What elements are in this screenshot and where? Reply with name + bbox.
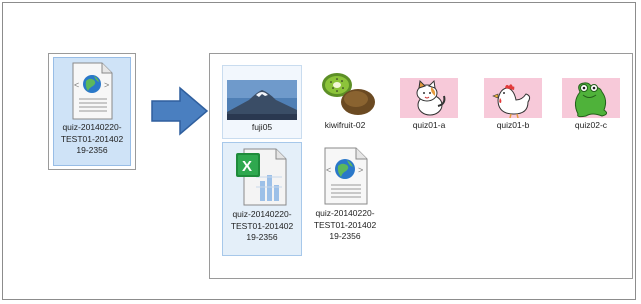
web-document-icon: < > bbox=[72, 62, 113, 120]
file-item-quiz01-b[interactable]: quiz01-b bbox=[474, 65, 552, 137]
file-item-label: quiz01-b bbox=[496, 120, 530, 130]
svg-text:>: > bbox=[104, 80, 109, 90]
excel-file-icon: X bbox=[236, 148, 287, 206]
file-item-label: quiz01-a bbox=[412, 120, 446, 130]
svg-text:<: < bbox=[74, 80, 79, 90]
explorer-window: fuji05 kiwifruit-02 quiz01-a quiz01-b qu… bbox=[209, 53, 633, 279]
chicken-illustration bbox=[484, 78, 542, 118]
svg-text:X: X bbox=[242, 158, 252, 175]
kiwifruit-photo bbox=[312, 66, 378, 118]
right-arrow-icon bbox=[151, 86, 209, 136]
mount-fuji-photo bbox=[227, 80, 297, 120]
svg-text:>: > bbox=[358, 165, 363, 175]
file-item-label: quiz-20140220- TEST01-201402 19-2356 bbox=[230, 209, 294, 242]
svg-text:<: < bbox=[326, 165, 331, 175]
source-window: < > quiz-20140220- TEST01-201402 19-2356 bbox=[48, 53, 136, 170]
file-item-web-quiz[interactable]: < > quiz-20140220- TEST01-201402 19-2356 bbox=[306, 142, 384, 254]
file-item-fuji05[interactable]: fuji05 bbox=[222, 65, 302, 139]
web-document-icon: < > bbox=[324, 147, 368, 205]
file-item-quiz01-a[interactable]: quiz01-a bbox=[390, 65, 468, 137]
file-item-excel-quiz[interactable]: X quiz-20140220- TEST01-201402 19-2356 bbox=[222, 142, 302, 256]
cat-illustration bbox=[400, 78, 458, 118]
file-item-label: quiz02-c bbox=[574, 120, 608, 130]
file-item-quiz02-c[interactable]: quiz02-c bbox=[552, 65, 630, 137]
file-item-label: fuji05 bbox=[251, 122, 273, 132]
frog-illustration bbox=[562, 78, 620, 118]
figure-frame: < > quiz-20140220- TEST01-201402 19-2356 bbox=[2, 2, 636, 300]
file-item-label: quiz-20140220- TEST01-201402 19-2356 bbox=[313, 208, 377, 241]
source-file-label: quiz-20140220- TEST01-201402 19-2356 bbox=[60, 122, 124, 155]
source-file-tile[interactable]: < > quiz-20140220- TEST01-201402 19-2356 bbox=[53, 57, 131, 166]
file-item-kiwifruit-02[interactable]: kiwifruit-02 bbox=[306, 65, 384, 137]
file-item-label: kiwifruit-02 bbox=[324, 120, 366, 130]
